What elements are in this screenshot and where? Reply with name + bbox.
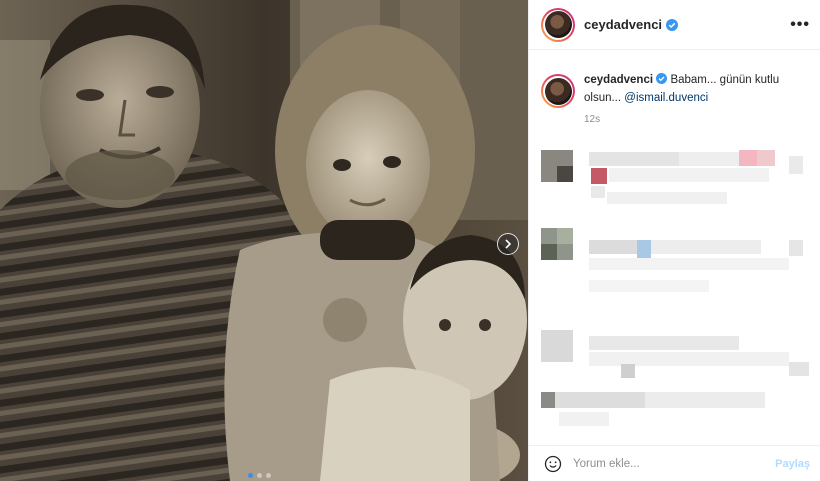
caption-username[interactable]: ceydadvenci — [584, 74, 653, 86]
comments-list-pixelated — [529, 140, 820, 440]
caption: ceydadvenci Babam... günün kutlu olsun..… — [529, 50, 820, 108]
header-username[interactable]: ceydadvenci — [584, 17, 662, 32]
carousel-dot — [248, 473, 253, 478]
avatar[interactable] — [541, 7, 575, 42]
emoji-icon[interactable] — [543, 454, 563, 474]
caption-text: ceydadvenci Babam... günün kutlu olsun..… — [584, 72, 808, 108]
comment-input[interactable] — [573, 457, 763, 470]
post-header: ceydadvenci ••• — [529, 0, 820, 50]
share-comment-button[interactable]: Paylaş — [775, 458, 810, 470]
post-side-panel: ceydadvenci ••• ceydadvenci Babam... gün… — [528, 0, 820, 481]
avatar-image — [544, 77, 572, 105]
avatar-image — [544, 11, 572, 38]
more-options-button[interactable]: ••• — [790, 16, 810, 34]
verified-badge-icon — [666, 18, 679, 31]
caption-mention-link[interactable]: @ismail.duvenci — [624, 92, 708, 104]
chevron-right-icon — [505, 239, 512, 249]
carousel-dot — [266, 473, 271, 478]
comment-bar: Paylaş — [529, 445, 820, 481]
carousel-next-button[interactable] — [497, 233, 519, 255]
caption-timestamp: 12s — [584, 114, 601, 125]
carousel-dots — [248, 473, 271, 478]
caption-avatar[interactable] — [541, 74, 575, 108]
photo-image — [0, 0, 528, 481]
carousel-dot — [257, 473, 262, 478]
post-photo[interactable] — [0, 0, 528, 481]
verified-badge-icon — [656, 73, 668, 90]
